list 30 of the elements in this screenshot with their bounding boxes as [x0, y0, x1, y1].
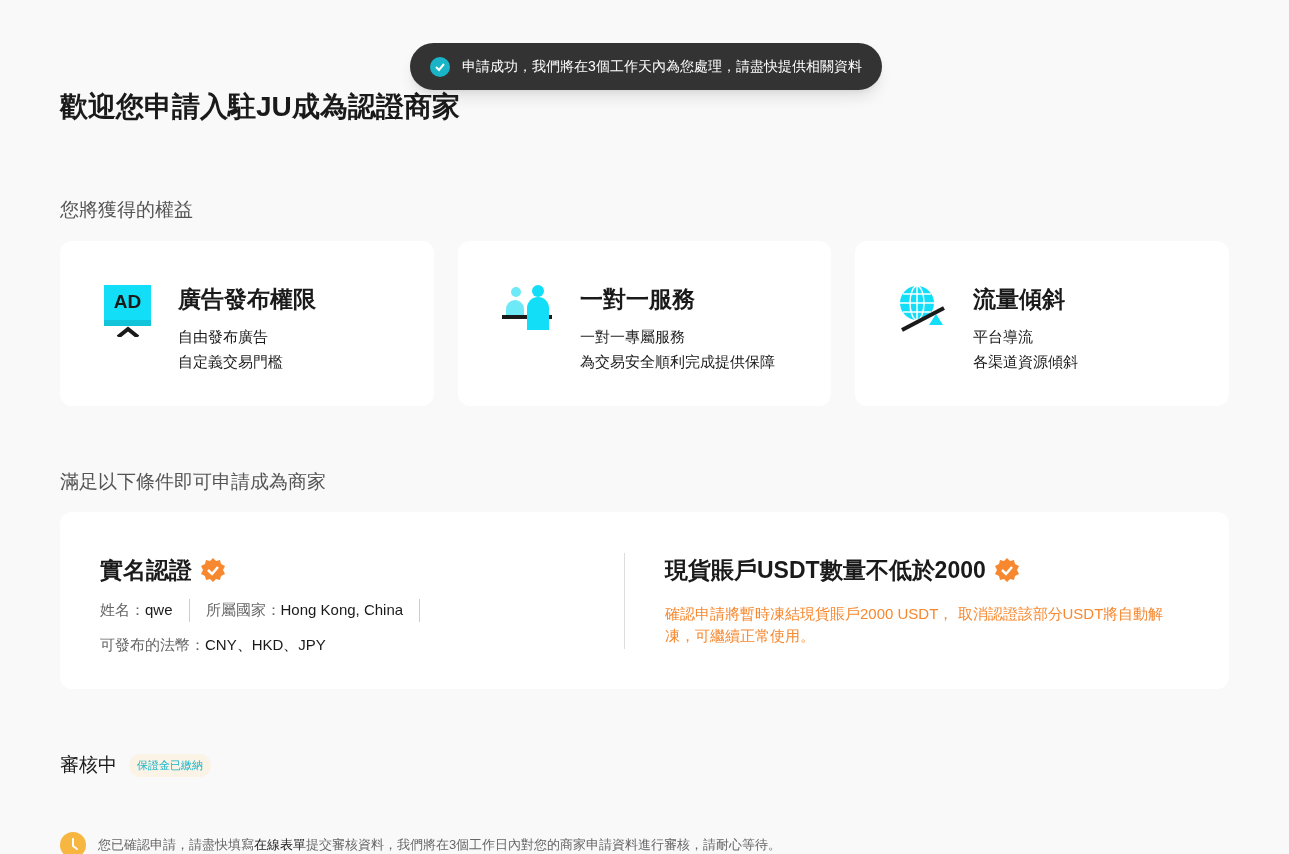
- check-icon: [430, 56, 450, 77]
- people-icon: [501, 284, 554, 331]
- field-value: Hong Kong, China: [280, 600, 404, 620]
- section-heading: 滿足以下條件即可申請成為商家: [60, 469, 327, 494]
- field-value: qwe: [145, 600, 173, 620]
- benefit-title: 廣告發布權限: [178, 284, 316, 314]
- benefit-description: 自由發布廣告: [178, 327, 269, 347]
- clock-icon: [60, 831, 86, 854]
- page-title: 歡迎您申請入駐JU成為認證商家: [60, 90, 461, 124]
- globe-icon: [899, 284, 948, 333]
- benefit-description: 自定義交易門檻: [178, 352, 284, 372]
- form-link[interactable]: 在線表單: [254, 836, 306, 852]
- requirement-title: 實名認證: [100, 555, 192, 585]
- requirement-note: 確認申請將暫時凍結現貨賬戶2000 USDT， 取消認證該部分USDT將自動解凍，可繼續正常使用。: [665, 604, 1165, 646]
- field-value: CNY、HKD、JPY: [205, 634, 326, 655]
- field-label: 所屬國家：: [205, 600, 281, 620]
- section-heading: 您將獲得的權益: [60, 198, 194, 222]
- benefit-title: 流量傾斜: [973, 284, 1067, 314]
- benefit-title: 一對一服務: [579, 284, 696, 314]
- benefit-description: 一對一專屬服務: [579, 327, 686, 347]
- status-badge: 保證金已繳納: [129, 754, 211, 777]
- requirement-title: 現貨賬戶USDT數量不低於2000: [665, 555, 986, 585]
- status-label: 審核中: [60, 753, 117, 777]
- field-label: 姓名：: [100, 600, 145, 620]
- field-label: 可發布的法幣：: [100, 634, 205, 655]
- benefit-description: 為交易安全順利完成提供保障: [579, 352, 775, 372]
- toast-message: 申請成功，我們將在3個工作天內為您處理，請盡快提供相關資料: [462, 57, 862, 76]
- notice-text: 您已確認申請，請盡快填寫在線表單提交審核資料，我們將在3個工作日內對您的商家申請資料進行審核，請耐心等待。: [98, 835, 782, 854]
- benefit-description: 各渠道資源傾斜: [973, 352, 1079, 372]
- benefit-description: 平台導流: [973, 327, 1035, 347]
